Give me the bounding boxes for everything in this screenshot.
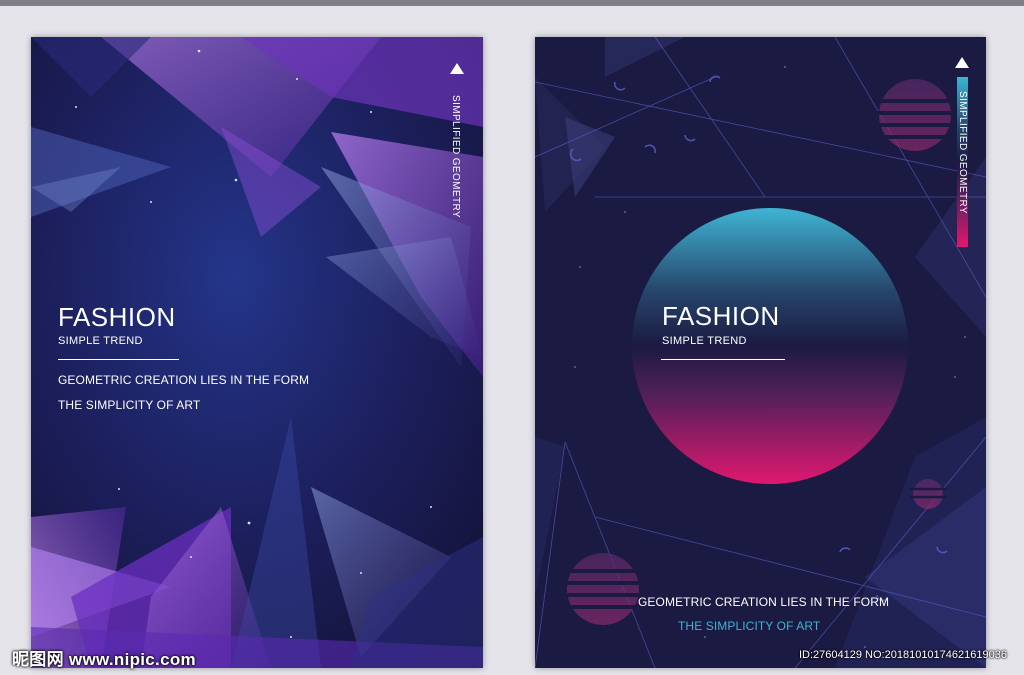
tagline-2: THE SIMPLICITY OF ART — [58, 398, 201, 412]
site-watermark: 昵图网 www.nipic.com — [12, 650, 196, 669]
triangle-icon — [955, 57, 969, 68]
vertical-label: SIMPLIFIED GEOMETRY — [450, 95, 461, 218]
tagline-2: THE SIMPLICITY OF ART — [678, 619, 821, 633]
top-strip — [0, 0, 1024, 6]
tagline-1: GEOMETRIC CREATION LIES IN THE FORM — [58, 373, 310, 387]
right-poster: SIMPLIFIED GEOMETRY FASHION SIMPLE TREND… — [535, 37, 986, 668]
tagline-1: GEOMETRIC CREATION LIES IN THE FORM — [638, 595, 890, 609]
title-underline — [661, 359, 785, 360]
left-poster-background — [31, 37, 483, 668]
image-id-text: ID:27604129 NO:20181010174621619036 — [799, 649, 1007, 661]
left-poster: SIMPLIFIED GEOMETRY FASHION SIMPLE TREND… — [31, 37, 483, 668]
poster-title: FASHION — [662, 301, 780, 331]
poster-subtitle: SIMPLE TREND — [662, 335, 747, 347]
right-poster-background — [535, 37, 986, 668]
triangle-icon — [450, 63, 464, 74]
title-underline — [58, 359, 179, 360]
poster-subtitle: SIMPLE TREND — [58, 335, 143, 347]
poster-title: FASHION — [58, 302, 176, 332]
vertical-label: SIMPLIFIED GEOMETRY — [957, 91, 968, 214]
